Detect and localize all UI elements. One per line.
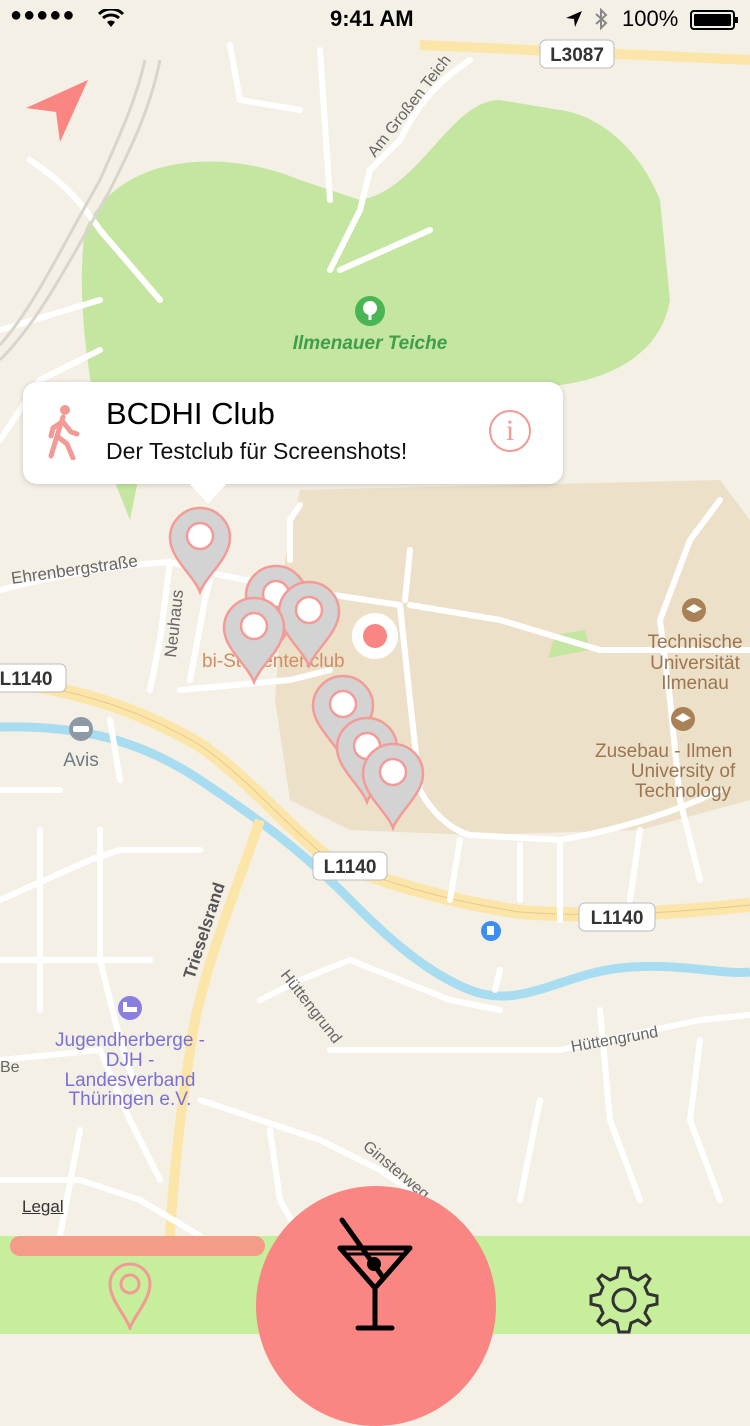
signal-strength-indicator: ●●●●● — [10, 4, 76, 26]
battery-icon — [690, 10, 738, 30]
callout-subtitle: Der Testclub für Screenshots! — [106, 438, 408, 464]
info-icon[interactable]: i — [489, 410, 531, 452]
battery-percentage: 100% — [622, 6, 679, 31]
map-pin-icon[interactable] — [168, 506, 232, 594]
map-pin-icon[interactable] — [222, 596, 286, 684]
status-bar: ●●●●● 9:41 AM 100% — [0, 0, 750, 40]
map-pin-icon[interactable] — [361, 742, 425, 830]
pins-layer — [168, 506, 425, 830]
callout-pointer — [188, 482, 228, 504]
wifi-icon — [98, 9, 124, 27]
walking-person-icon — [48, 405, 80, 460]
cocktail-button[interactable] — [256, 1186, 496, 1426]
legal-link[interactable]: Legal — [22, 1197, 64, 1217]
user-location-dot — [352, 613, 398, 659]
bluetooth-icon — [595, 8, 608, 30]
callout-title: BCDHI Club — [106, 396, 275, 431]
map-pin-icon[interactable] — [106, 1260, 154, 1330]
cocktail-icon — [337, 1217, 413, 1331]
club-callout[interactable]: BCDHI Club Der Testclub für Screenshots!… — [23, 382, 563, 504]
location-arrow-icon[interactable] — [22, 76, 92, 146]
gear-icon[interactable] — [588, 1264, 660, 1336]
status-time: 9:41 AM — [330, 6, 414, 31]
location-services-icon — [566, 11, 582, 27]
map-pin-icon[interactable] — [277, 580, 341, 668]
progress-bar — [10, 1236, 265, 1256]
